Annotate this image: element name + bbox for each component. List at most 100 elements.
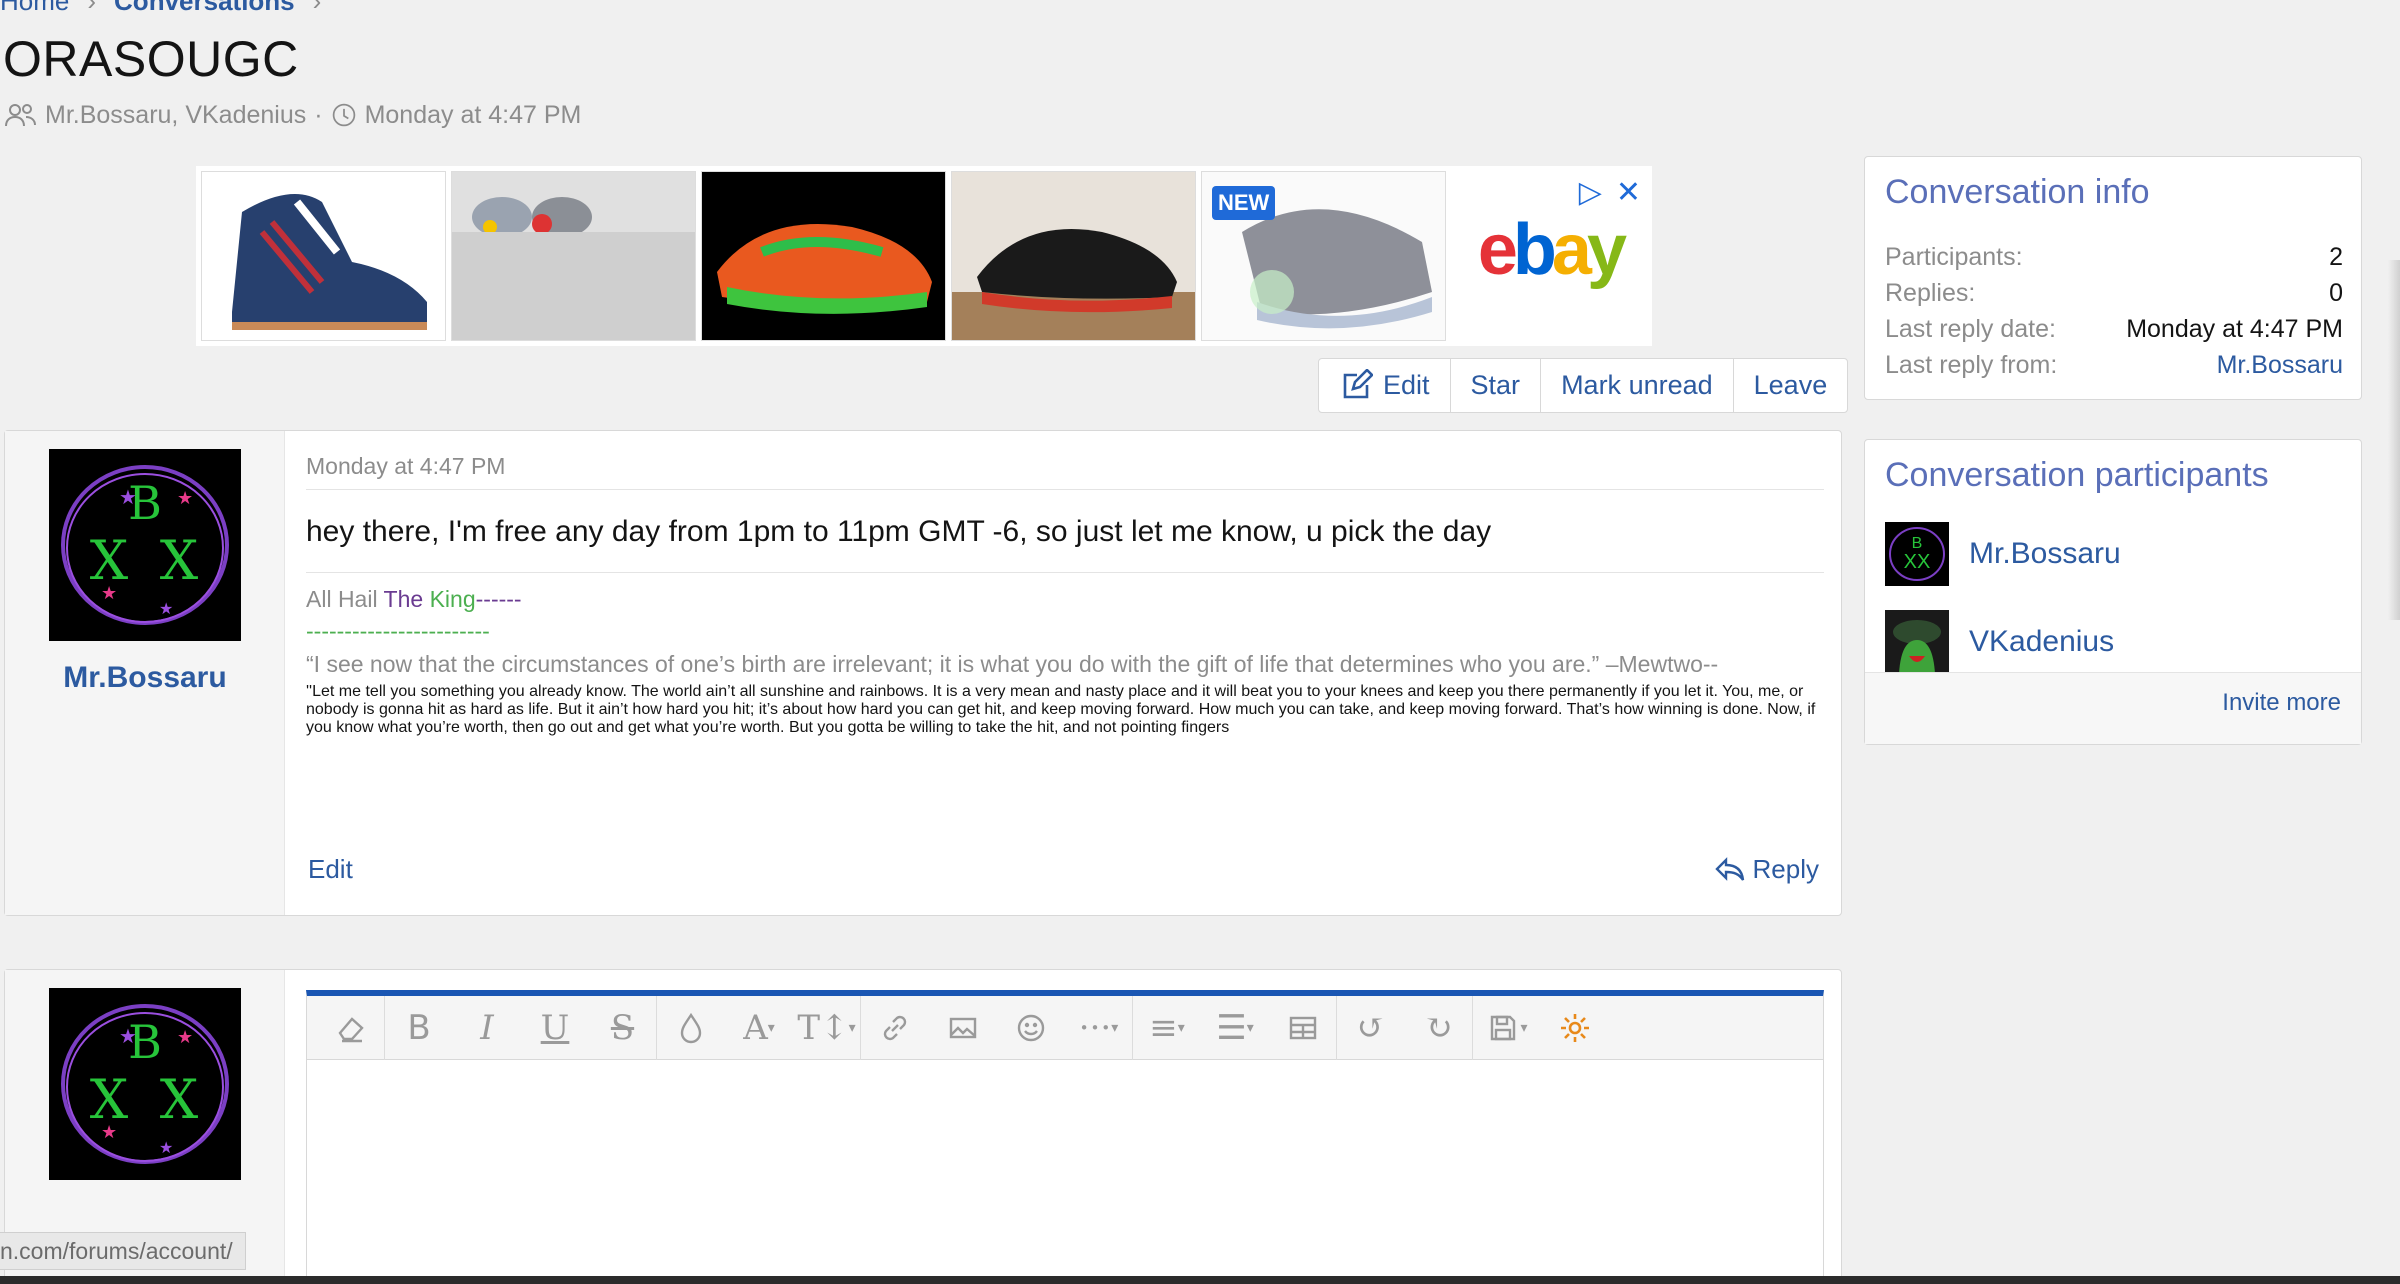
close-icon[interactable]: ✕	[1616, 175, 1641, 210]
underline-icon[interactable]: U	[521, 996, 589, 1060]
signature-text: King	[429, 586, 476, 612]
window-bottom-edge	[0, 1276, 2400, 1284]
svg-text:★: ★	[159, 1140, 173, 1157]
advertisement-banner[interactable]: NEW ▷ ✕ ebay	[196, 166, 1652, 346]
signature: All Hail The King------ ----------------…	[306, 583, 1826, 688]
info-last-reply-from: Last reply from: Mr.Bossaru	[1885, 351, 2343, 379]
signature-quote: ''Let me tell you something you already …	[306, 683, 1816, 736]
info-participants: Participants: 2	[1885, 243, 2343, 271]
reply-editor[interactable]: B I U S A ▾ T↕ ▾ ··· ▾ ≡ ▾ ☰ ▾ ↺ ↻ ▾	[306, 990, 1824, 1280]
editor-toolbar: B I U S A ▾ T↕ ▾ ··· ▾ ≡ ▾ ☰ ▾ ↺ ↻ ▾	[307, 995, 1823, 1060]
signature-quote: “I see now that the circumstances of one…	[306, 651, 1719, 677]
signature-quote-clip: ''Let me tell you something you already …	[306, 683, 1826, 813]
ad-product-image[interactable]	[951, 171, 1196, 341]
avatar[interactable]: B X X ★ ★ ★ ★	[49, 449, 241, 641]
mark-unread-button[interactable]: Mark unread	[1541, 359, 1734, 412]
conversation-date[interactable]: Monday at 4:47 PM	[365, 101, 582, 130]
participant-name[interactable]: VKadenius	[1969, 625, 2114, 659]
undo-icon[interactable]: ↺	[1337, 996, 1405, 1060]
star-button[interactable]: Star	[1451, 359, 1542, 412]
breadcrumb-home[interactable]: Home	[0, 0, 69, 17]
meta-separator: ·	[314, 100, 323, 129]
clock-icon	[332, 103, 355, 127]
svg-text:★: ★	[101, 1122, 117, 1142]
divider	[306, 489, 1824, 490]
signature-divider	[306, 572, 1824, 573]
conversation-participants-panel: Conversation participants B XX Mr.Bossar…	[1864, 439, 2362, 745]
avatar[interactable]: B XX	[1885, 522, 1949, 586]
breadcrumb: Home › Conversations ›	[0, 0, 321, 17]
edit-icon	[1343, 368, 1373, 398]
user-avatar-image: B XX	[1885, 522, 1949, 586]
window-edge	[2388, 260, 2400, 620]
image-icon[interactable]	[929, 996, 997, 1060]
italic-icon[interactable]: I	[453, 996, 521, 1060]
reply-button[interactable]: Reply	[1714, 854, 1819, 885]
participant-item[interactable]: VKadenius	[1885, 610, 2114, 674]
message-body: hey there, I'm free any day from 1pm to …	[306, 515, 1492, 548]
svg-text:★: ★	[159, 601, 173, 618]
panel-footer: Invite more	[1865, 672, 2361, 744]
breadcrumb-conversations[interactable]: Conversations	[114, 0, 295, 17]
participant-name[interactable]: Mr.Bossaru	[1969, 537, 2121, 571]
eraser-icon[interactable]	[317, 995, 385, 1060]
status-url: n.com/forums/account/	[0, 1237, 233, 1264]
page-title: ORASOUGC	[3, 31, 299, 87]
conversation-meta: Mr.Bossaru, VKadenius · Monday at 4:47 P…	[3, 100, 581, 130]
sneaker-image	[717, 224, 932, 314]
message-edit-link[interactable]: Edit	[308, 854, 353, 885]
font-size-icon[interactable]: T↕ ▾	[793, 995, 861, 1060]
breadcrumb-separator: ›	[87, 0, 97, 16]
svg-text:★: ★	[177, 1027, 193, 1047]
link-icon[interactable]	[861, 996, 929, 1060]
list-icon[interactable]: ☰ ▾	[1201, 996, 1269, 1060]
participant-item[interactable]: B XX Mr.Bossaru	[1885, 522, 2121, 586]
invite-more-link[interactable]: Invite more	[2222, 689, 2341, 717]
participants-names[interactable]: Mr.Bossaru, VKadenius	[45, 101, 306, 130]
redo-icon[interactable]: ↻	[1405, 995, 1473, 1060]
align-icon[interactable]: ≡ ▾	[1133, 996, 1201, 1060]
emoji-icon[interactable]	[997, 996, 1065, 1060]
ebay-logo-area[interactable]: ▷ ✕ ebay	[1451, 171, 1647, 341]
ad-product-image[interactable]: NEW	[1201, 171, 1446, 341]
user-avatar-image: B X X ★ ★ ★ ★	[49, 988, 241, 1180]
message-username[interactable]: Mr.Bossaru	[5, 661, 285, 695]
message-user-cell: B X X ★ ★ ★ ★ Mr.Bossaru	[5, 431, 285, 915]
svg-text:X: X	[160, 1068, 199, 1131]
ad-product-image[interactable]	[201, 171, 446, 341]
avatar[interactable]	[1885, 610, 1949, 674]
bold-icon[interactable]: B	[385, 996, 453, 1060]
ad-product-image[interactable]	[451, 171, 696, 341]
user-avatar-image	[1885, 610, 1949, 674]
svg-text:★: ★	[177, 488, 193, 508]
text-color-icon[interactable]	[657, 996, 725, 1060]
breadcrumb-separator: ›	[312, 0, 322, 16]
users-icon	[5, 104, 36, 127]
info-replies: Replies: 0	[1885, 279, 2343, 307]
save-draft-icon[interactable]: ▾	[1473, 996, 1541, 1060]
browser-status-bar: n.com/forums/account/	[0, 1232, 246, 1270]
edit-button[interactable]: Edit	[1319, 359, 1451, 412]
svg-text:★: ★	[101, 583, 117, 603]
message-date[interactable]: Monday at 4:47 PM	[306, 453, 505, 480]
info-last-reply-date: Last reply date: Monday at 4:47 PM	[1885, 315, 2343, 343]
strikethrough-icon[interactable]: S	[589, 995, 657, 1060]
new-badge: NEW	[1212, 186, 1276, 220]
ad-product-image[interactable]	[701, 171, 946, 341]
svg-text:X: X	[160, 529, 199, 592]
table-icon[interactable]	[1269, 995, 1337, 1060]
panel-title: Conversation participants	[1885, 456, 2269, 494]
more-options-icon[interactable]: ··· ▾	[1065, 995, 1133, 1060]
font-family-icon[interactable]: A ▾	[725, 996, 793, 1060]
signature-text: ------	[475, 586, 522, 612]
gear-icon[interactable]	[1541, 996, 1609, 1060]
svg-text:B: B	[1912, 535, 1923, 552]
sneaker-image	[232, 194, 427, 330]
reply-icon	[1714, 856, 1744, 881]
svg-text:★: ★	[119, 1026, 137, 1048]
leave-button[interactable]: Leave	[1734, 359, 1848, 412]
user-avatar-image: B X X ★ ★ ★ ★	[49, 449, 241, 641]
adchoices-icon[interactable]: ▷	[1579, 175, 1602, 210]
signature-text: The	[383, 586, 430, 612]
avatar[interactable]: B X X ★ ★ ★ ★	[49, 988, 241, 1180]
